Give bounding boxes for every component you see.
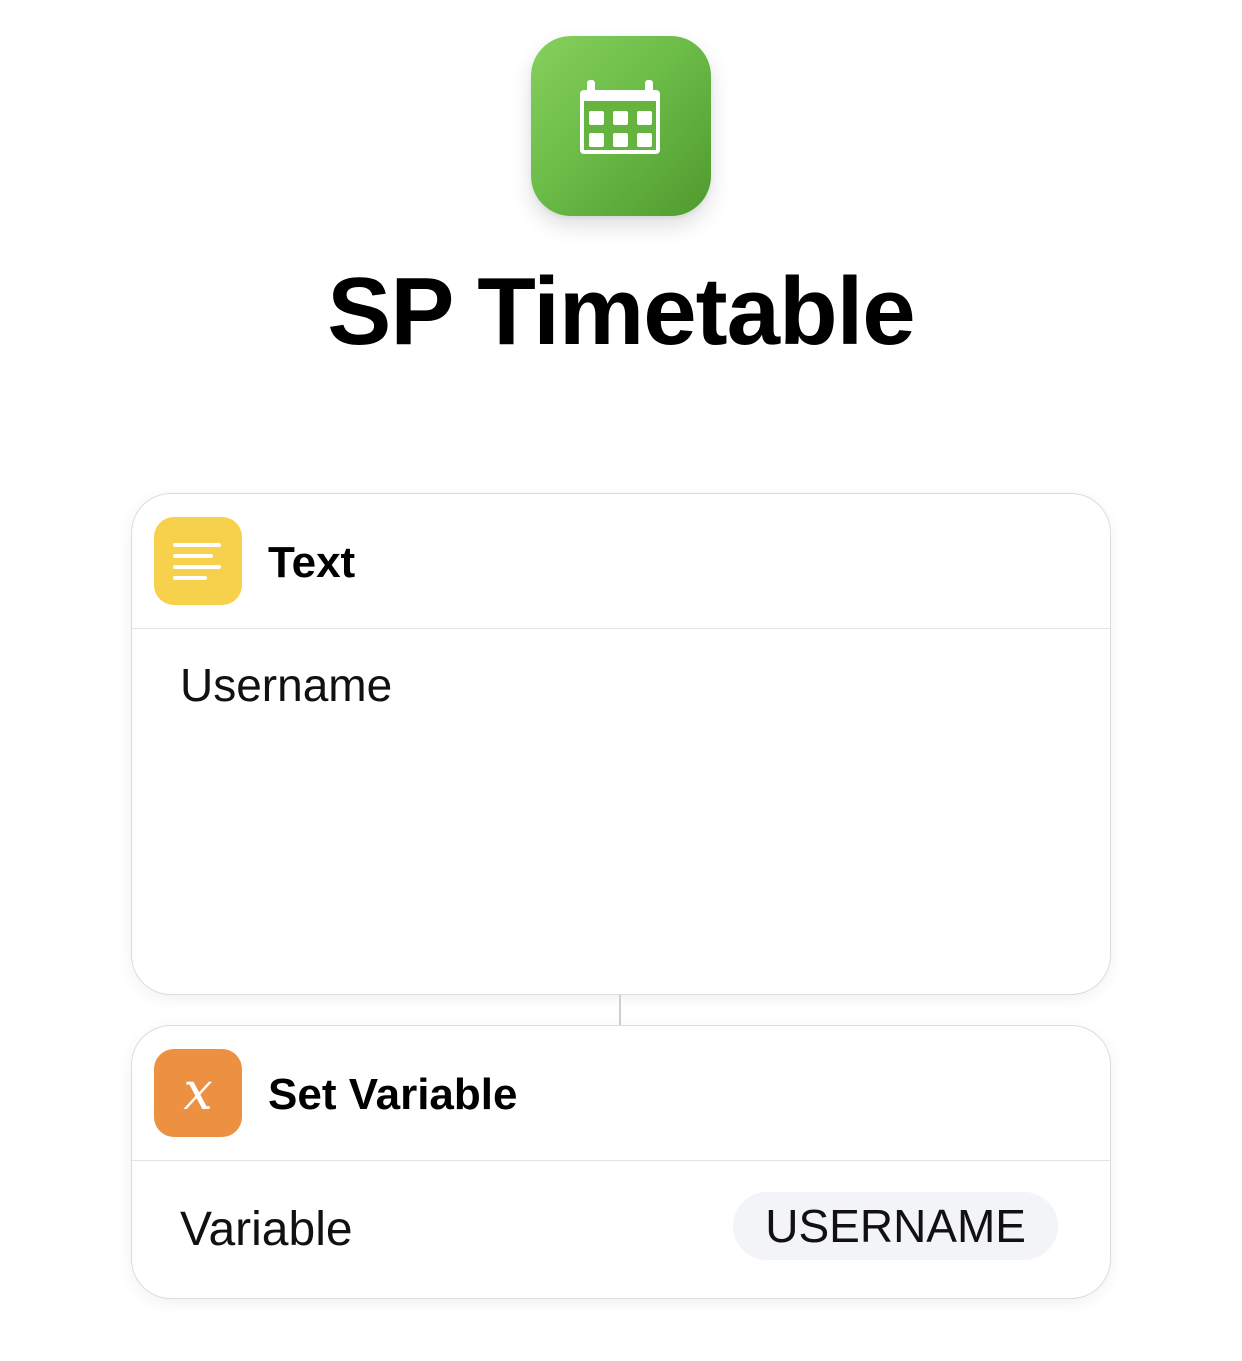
action-connector (619, 995, 621, 1025)
text-lines-icon (173, 543, 221, 580)
action-header: x Set Variable (132, 1026, 1110, 1161)
variable-name-token[interactable]: USERNAME (733, 1192, 1058, 1260)
text-action-icon (154, 517, 242, 605)
variable-param-label: Variable (180, 1203, 353, 1256)
text-action-content-field[interactable]: Username (180, 657, 392, 713)
shortcut-app-icon[interactable] (531, 36, 711, 216)
set-variable-action-card[interactable]: x Set Variable Variable USERNAME (131, 1025, 1111, 1299)
set-variable-action-title: Set Variable (268, 1070, 518, 1119)
shortcut-title[interactable]: SP Timetable (0, 262, 1242, 362)
calendar-icon (580, 80, 660, 154)
variable-x-icon: x (183, 1062, 213, 1122)
text-action-card[interactable]: Text Username (131, 493, 1111, 995)
text-action-title: Text (268, 538, 356, 587)
set-variable-action-icon: x (154, 1049, 242, 1137)
action-header: Text (132, 494, 1110, 629)
